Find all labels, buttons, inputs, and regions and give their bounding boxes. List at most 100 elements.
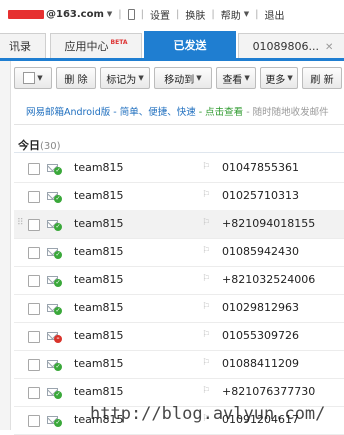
flag-icon[interactable]: ⚐: [202, 218, 210, 228]
promo-cta-link[interactable]: - 点击查看: [199, 107, 243, 118]
row-checkbox[interactable]: [28, 387, 40, 399]
checkbox-icon: [23, 72, 36, 84]
divider: |: [176, 8, 180, 20]
send-success-icon: ✓: [54, 167, 62, 175]
drag-handle-icon[interactable]: ⠿: [17, 218, 24, 228]
message-subject[interactable]: 01047855361: [222, 161, 299, 174]
message-row[interactable]: ✓ team815 ⚐ 01025710313: [14, 182, 344, 211]
message-subject[interactable]: 01025710313: [222, 189, 299, 202]
message-sender[interactable]: team815: [74, 189, 124, 202]
select-all-checkbox[interactable]: ▼: [14, 67, 52, 89]
divider: [14, 124, 344, 125]
row-checkbox[interactable]: [28, 359, 40, 371]
message-subject[interactable]: 01088411209: [222, 357, 299, 370]
flag-icon[interactable]: ⚐: [202, 274, 210, 284]
divider: |: [255, 8, 259, 20]
message-sender[interactable]: team815: [74, 385, 124, 398]
flag-icon[interactable]: ⚐: [202, 190, 210, 200]
chevron-down-icon: ▼: [196, 74, 202, 82]
message-row[interactable]: ✓ team815 ⚐ +821094018155: [14, 210, 344, 239]
message-subject[interactable]: +821094018155: [222, 217, 315, 230]
tab-sent[interactable]: 已发送: [144, 31, 236, 58]
row-checkbox[interactable]: [28, 303, 40, 315]
send-success-icon: ✓: [54, 279, 62, 287]
message-row[interactable]: ✓ team815 ⚐ 01085942430: [14, 238, 344, 267]
mail-toolbar: ▼ 删 除 标记为 ▼ 移动到 ▼ 查看 ▼ 更多 ▼ 刷 新: [14, 66, 342, 90]
row-checkbox[interactable]: [28, 275, 40, 287]
view-button[interactable]: 查看 ▼: [216, 67, 256, 89]
skin-link[interactable]: 换肤: [185, 7, 205, 22]
tab-contacts[interactable]: 讯录: [0, 33, 46, 58]
logout-link[interactable]: 退出: [265, 7, 285, 22]
message-subject[interactable]: +821076377730: [222, 385, 315, 398]
move-to-button[interactable]: 移动到 ▼: [154, 67, 212, 89]
send-success-icon: ✓: [54, 419, 62, 427]
row-checkbox[interactable]: [28, 247, 40, 259]
send-success-icon: ✓: [54, 223, 62, 231]
message-row[interactable]: ✓ team815 ⚐ 01047855361: [14, 154, 344, 183]
send-success-icon: ✓: [54, 195, 62, 203]
message-row[interactable]: ✓ team815 ⚐ 01088411209: [14, 350, 344, 379]
promo-link[interactable]: 网易邮箱Android版: [26, 107, 110, 118]
tab-message[interactable]: 01089806... ✕: [238, 33, 344, 58]
flag-icon[interactable]: ⚐: [202, 386, 210, 396]
flag-icon[interactable]: ⚐: [202, 330, 210, 340]
button-label: 查看: [222, 74, 243, 86]
flag-icon[interactable]: ⚐: [202, 246, 210, 256]
send-failed-icon: –: [54, 335, 62, 343]
divider: |: [118, 8, 122, 20]
tab-strip: 讯录 应用中心 BETA 已发送 01089806... ✕: [0, 30, 344, 61]
message-sender[interactable]: team815: [74, 357, 124, 370]
message-sender[interactable]: team815: [74, 301, 124, 314]
divider: |: [140, 8, 145, 20]
mark-as-button[interactable]: 标记为 ▼: [100, 67, 150, 89]
tab-label: 讯录: [9, 40, 31, 53]
message-subject[interactable]: +821032524006: [222, 273, 315, 286]
tab-app-center[interactable]: 应用中心 BETA: [50, 33, 142, 58]
send-success-icon: ✓: [54, 307, 62, 315]
tab-label: 应用中心: [64, 40, 109, 53]
help-link[interactable]: 帮助: [221, 7, 241, 22]
message-sender[interactable]: team815: [74, 245, 124, 258]
message-row[interactable]: ✓ team815 ⚐ +821032524006: [14, 266, 344, 295]
message-sender[interactable]: team815: [74, 161, 124, 174]
delete-button[interactable]: 删 除: [56, 67, 96, 89]
row-checkbox[interactable]: [28, 191, 40, 203]
message-sender[interactable]: team815: [74, 273, 124, 286]
chevron-down-icon[interactable]: ▼: [107, 10, 112, 18]
message-sender[interactable]: team815: [74, 329, 124, 342]
mobile-phone-icon[interactable]: [127, 8, 135, 20]
top-bar: @163.com ▼ | | 设置 | 换肤 | 帮助 ▼ | 退出: [0, 0, 344, 28]
tab-label: 01089806...: [252, 40, 320, 53]
beta-badge: BETA: [110, 39, 128, 46]
divider: [14, 152, 344, 153]
flag-icon[interactable]: ⚐: [202, 358, 210, 368]
row-checkbox[interactable]: [28, 163, 40, 175]
row-checkbox[interactable]: [28, 415, 40, 427]
left-sidebar-edge: [0, 61, 11, 430]
send-success-icon: ✓: [54, 363, 62, 371]
message-subject[interactable]: 01085942430: [222, 245, 299, 258]
more-button[interactable]: 更多 ▼: [260, 67, 298, 89]
message-row[interactable]: ✓ team815 ⚐ +821076377730: [14, 378, 344, 407]
chevron-down-icon[interactable]: ▼: [244, 10, 249, 18]
send-success-icon: ✓: [54, 251, 62, 259]
row-checkbox[interactable]: [28, 219, 40, 231]
row-checkbox[interactable]: [28, 331, 40, 343]
redacted-username: [8, 9, 44, 19]
message-sender[interactable]: team815: [74, 217, 124, 230]
message-subject[interactable]: 01055309726: [222, 329, 299, 342]
message-row[interactable]: – team815 ⚐ 01055309726: [14, 322, 344, 351]
message-row[interactable]: ✓ team815 ⚐ 01029812963: [14, 294, 344, 323]
close-icon[interactable]: ✕: [325, 42, 333, 53]
group-count: (30): [40, 141, 61, 152]
button-label: 更多: [265, 74, 286, 86]
button-label: 标记为: [106, 74, 137, 86]
group-label: 今日: [18, 139, 40, 152]
refresh-button[interactable]: 刷 新: [302, 67, 342, 89]
account-email[interactable]: @163.com: [46, 9, 104, 20]
flag-icon[interactable]: ⚐: [202, 162, 210, 172]
flag-icon[interactable]: ⚐: [202, 302, 210, 312]
message-subject[interactable]: 01029812963: [222, 301, 299, 314]
settings-link[interactable]: 设置: [150, 7, 170, 22]
